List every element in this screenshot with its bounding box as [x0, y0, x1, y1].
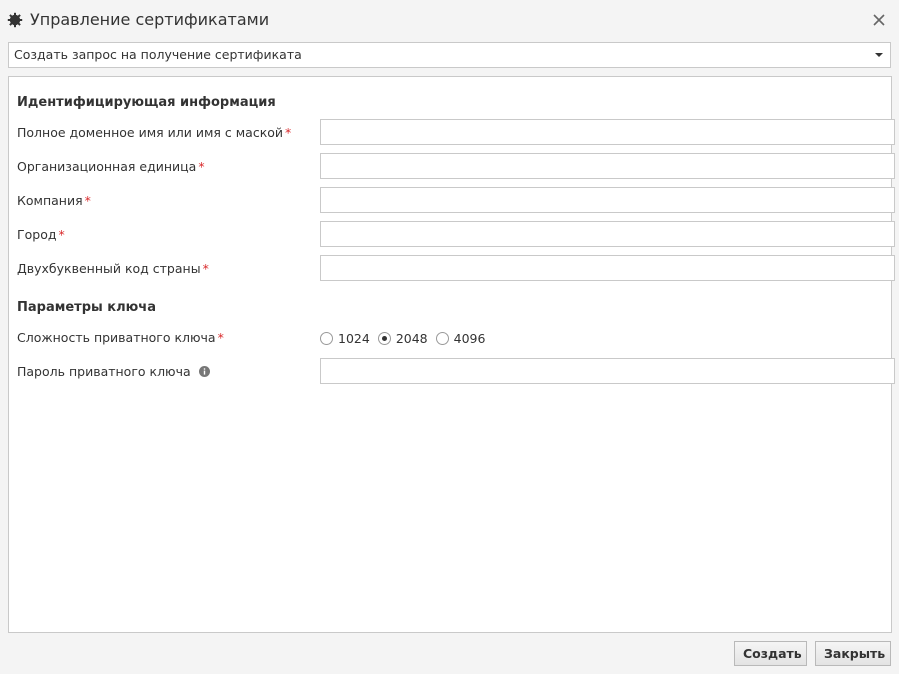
form-panel: Идентифицирующая информация Полное домен… — [8, 76, 895, 633]
label-key-password-text: Пароль приватного ключа — [17, 364, 191, 379]
country-code-input[interactable] — [320, 255, 895, 281]
key-complexity-radio-group: 1024 2048 4096 — [320, 330, 493, 346]
required-mark: * — [285, 125, 292, 140]
radio-4096[interactable]: 4096 — [435, 330, 486, 346]
info-icon[interactable] — [198, 366, 210, 377]
action-select[interactable]: Создать запрос на получение сертификата — [8, 42, 891, 68]
label-fqdn-text: Полное доменное имя или имя с маской — [17, 125, 284, 140]
fqdn-input[interactable] — [320, 119, 895, 145]
label-key-password: Пароль приватного ключа — [17, 364, 210, 379]
label-fqdn: Полное доменное имя или имя с маской * — [17, 125, 291, 140]
action-select-value: Создать запрос на получение сертификата — [14, 47, 302, 62]
required-mark: * — [84, 193, 91, 208]
radio-2048[interactable]: 2048 — [377, 330, 428, 346]
required-mark: * — [217, 330, 224, 345]
label-company: Компания * — [17, 193, 91, 208]
close-button[interactable]: Закрыть — [815, 641, 891, 666]
label-org-unit-text: Организационная единица — [17, 159, 197, 174]
label-company-text: Компания — [17, 193, 83, 208]
required-mark: * — [58, 227, 65, 242]
radio-button[interactable] — [320, 331, 333, 345]
radio-label: 1024 — [338, 330, 370, 346]
radio-1024[interactable]: 1024 — [320, 331, 370, 346]
radio-label: 4096 — [453, 330, 486, 346]
required-mark: * — [202, 261, 209, 276]
certificate-management-dialog: Управление сертификатами Создать запрос … — [0, 0, 899, 674]
chevron-down-icon — [875, 53, 883, 57]
label-key-complexity-text: Сложность приватного ключа — [17, 330, 216, 345]
radio-button[interactable] — [377, 331, 391, 345]
title-bar: Управление сертификатами — [0, 0, 899, 40]
label-country-code: Двухбуквенный код страны * — [17, 261, 209, 276]
label-org-unit: Организационная единица * — [17, 159, 205, 174]
radio-label: 2048 — [395, 330, 428, 346]
key-password-input[interactable] — [320, 358, 895, 384]
section-title-identity: Идентифицирующая информация — [17, 95, 276, 110]
dialog-title: Управление сертификатами — [30, 10, 270, 29]
close-icon[interactable] — [871, 12, 887, 28]
label-country-code-text: Двухбуквенный код страны — [17, 261, 201, 276]
city-input[interactable] — [320, 221, 895, 247]
radio-button[interactable] — [435, 331, 449, 345]
section-title-key: Параметры ключа — [17, 300, 156, 315]
gear-icon — [7, 12, 23, 28]
required-mark: * — [198, 159, 205, 174]
label-city-text: Город — [17, 227, 57, 242]
label-city: Город * — [17, 227, 65, 242]
org-unit-input[interactable] — [320, 153, 895, 179]
company-input[interactable] — [320, 187, 895, 213]
create-button[interactable]: Создать — [734, 641, 807, 666]
label-key-complexity: Сложность приватного ключа * — [17, 330, 224, 345]
